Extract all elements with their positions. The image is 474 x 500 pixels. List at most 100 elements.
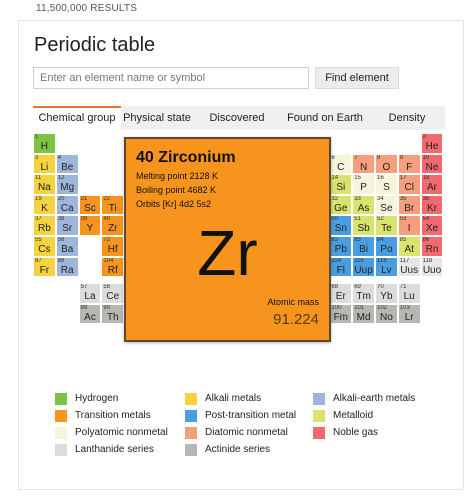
element-cell[interactable]: 11 Na: [33, 174, 56, 195]
element-cell[interactable]: 8O: [375, 153, 398, 175]
element-symbol: Tm: [356, 291, 371, 303]
element-cell[interactable]: 37 Rb: [33, 215, 56, 236]
tab-chemical-group[interactable]: Chemical group: [33, 106, 121, 130]
element-search-input[interactable]: [33, 67, 309, 89]
element-cell[interactable]: 1H: [33, 133, 56, 154]
legend-label: Polyatomic nonmetal: [75, 427, 168, 438]
element-cell[interactable]: 4 Be: [55, 153, 79, 175]
element-cell[interactable]: 82 Pb: [329, 236, 353, 257]
element-cell[interactable]: 38 Sr: [55, 215, 79, 236]
element-cell[interactable]: 22 Ti: [101, 194, 125, 216]
element-cell[interactable]: 72 Hf: [101, 236, 125, 257]
element-symbol: I: [407, 223, 411, 235]
element-symbol: Ar: [426, 182, 437, 194]
element-cell[interactable]: 32 Ge: [329, 194, 353, 216]
element-cell[interactable]: 103 Lr: [397, 303, 421, 325]
element-cell[interactable]: 2 He: [420, 133, 444, 154]
element-symbol: Mg: [60, 182, 75, 194]
legend-label: Alkali-earth metals: [333, 393, 416, 404]
tab-density[interactable]: Density: [369, 106, 445, 130]
element-symbol: Pb: [334, 244, 347, 255]
element-cell[interactable]: 71 Lu: [397, 283, 421, 304]
element-cell[interactable]: 7N: [352, 153, 375, 175]
element-cell[interactable]: 102 No: [375, 303, 398, 325]
element-cell[interactable]: 55 Cs: [33, 236, 56, 257]
legend-label: Hydrogen: [75, 393, 119, 404]
element-cell[interactable]: 10 Ne: [420, 153, 444, 175]
element-cell[interactable]: 3 Li: [33, 153, 56, 175]
element-cell[interactable]: 9F: [397, 153, 421, 175]
element-cell[interactable]: 101 Md: [352, 303, 375, 325]
element-cell[interactable]: 56 Ba: [55, 236, 79, 257]
element-cell[interactable]: 54 Xe: [420, 215, 444, 236]
legend-label: Lanthanide series: [75, 444, 154, 455]
element-cell[interactable]: 12 Mg: [55, 174, 79, 195]
element-symbol: Sn: [334, 223, 347, 235]
element-cell[interactable]: 6C: [329, 153, 353, 175]
element-cell[interactable]: 89 Ac: [78, 303, 102, 325]
element-symbol: Hf: [107, 244, 118, 255]
element-cell[interactable]: 69 Tm: [352, 283, 375, 304]
find-element-button[interactable]: Find element: [315, 67, 399, 89]
legend-swatch: [185, 410, 197, 422]
element-symbol: As: [357, 202, 370, 214]
element-cell[interactable]: 86 Rn: [420, 236, 444, 257]
element-cell[interactable]: 84 Po: [375, 236, 398, 257]
element-cell[interactable]: 88 Ra: [55, 256, 79, 278]
element-symbol: Fm: [333, 311, 349, 323]
element-cell[interactable]: 57 La: [78, 283, 102, 304]
element-symbol: Zr: [108, 223, 118, 235]
element-cell[interactable]: 18 Ar: [420, 174, 444, 195]
element-symbol: Na: [38, 182, 51, 194]
element-cell[interactable]: 20 Ca: [55, 194, 79, 216]
results-count: 11,500,000 RESULTS: [36, 3, 138, 14]
element-cell[interactable]: 68 Er: [329, 283, 353, 304]
element-cell[interactable]: 114 Fl: [329, 256, 353, 278]
element-cell[interactable]: 87 Fr: [33, 256, 56, 278]
element-cell[interactable]: 21 Sc: [78, 194, 102, 216]
chemical-group-legend: Hydrogen Alkali metals Alkali-earth metals…: [55, 393, 435, 463]
legend-item: Alkali metals: [185, 393, 310, 405]
element-cell[interactable]: 70 Yb: [375, 283, 398, 304]
element-cell[interactable]: 40 Zr: [101, 215, 125, 236]
element-cell[interactable]: 53 I: [397, 215, 421, 236]
element-cell[interactable]: 39 Y: [78, 215, 102, 236]
element-cell[interactable]: 100 Fm: [329, 303, 353, 325]
element-cell[interactable]: 33 As: [352, 194, 375, 216]
element-cell[interactable]: 116 Lv: [375, 256, 398, 278]
element-cell[interactable]: 15 P: [352, 174, 375, 195]
legend-label: Actinide series: [205, 444, 271, 455]
element-cell[interactable]: 118 Uuo: [420, 256, 444, 278]
element-detail-card: 40 Zirconium Melting point 2128 K Boilin…: [124, 137, 331, 342]
element-cell[interactable]: 17 Cl: [397, 174, 421, 195]
element-cell[interactable]: 16 S: [375, 174, 398, 195]
legend-label: Post-transition metal: [205, 410, 297, 421]
element-cell[interactable]: 50 Sn: [329, 215, 353, 236]
element-name: 40 Zirconium: [136, 149, 236, 166]
tab-found-on-earth[interactable]: Found on Earth: [281, 106, 369, 130]
electron-orbits: Orbits [Kr] 4d2 5s2: [136, 199, 212, 209]
element-cell[interactable]: 117 Uus: [397, 256, 421, 278]
element-cell[interactable]: 90 Th: [101, 303, 125, 325]
element-cell[interactable]: 83 Bi: [352, 236, 375, 257]
legend-item: Diatomic nonmetal: [185, 427, 310, 439]
element-cell[interactable]: 14 Si: [329, 174, 353, 195]
legend-label: Transition metals: [75, 410, 151, 421]
element-cell[interactable]: 85 At: [397, 236, 421, 257]
element-symbol: No: [380, 311, 393, 323]
element-cell[interactable]: 58 Ce: [101, 283, 125, 304]
element-cell[interactable]: 19 K: [33, 194, 56, 216]
legend-swatch: [185, 393, 197, 405]
element-cell[interactable]: 35 Br: [397, 194, 421, 216]
tab-discovered[interactable]: Discovered: [193, 106, 281, 130]
element-symbol: Sc: [84, 202, 96, 214]
element-symbol: F: [406, 161, 413, 173]
element-cell[interactable]: 115 Uup: [352, 256, 375, 278]
tab-physical-state[interactable]: Physical state: [121, 106, 193, 130]
element-cell[interactable]: 52 Te: [375, 215, 398, 236]
element-symbol: Bi: [359, 244, 369, 255]
element-cell[interactable]: 104 Rf: [101, 256, 125, 278]
element-cell[interactable]: 34 Se: [375, 194, 398, 216]
element-cell[interactable]: 36 Kr: [420, 194, 444, 216]
element-cell[interactable]: 51 Sb: [352, 215, 375, 236]
